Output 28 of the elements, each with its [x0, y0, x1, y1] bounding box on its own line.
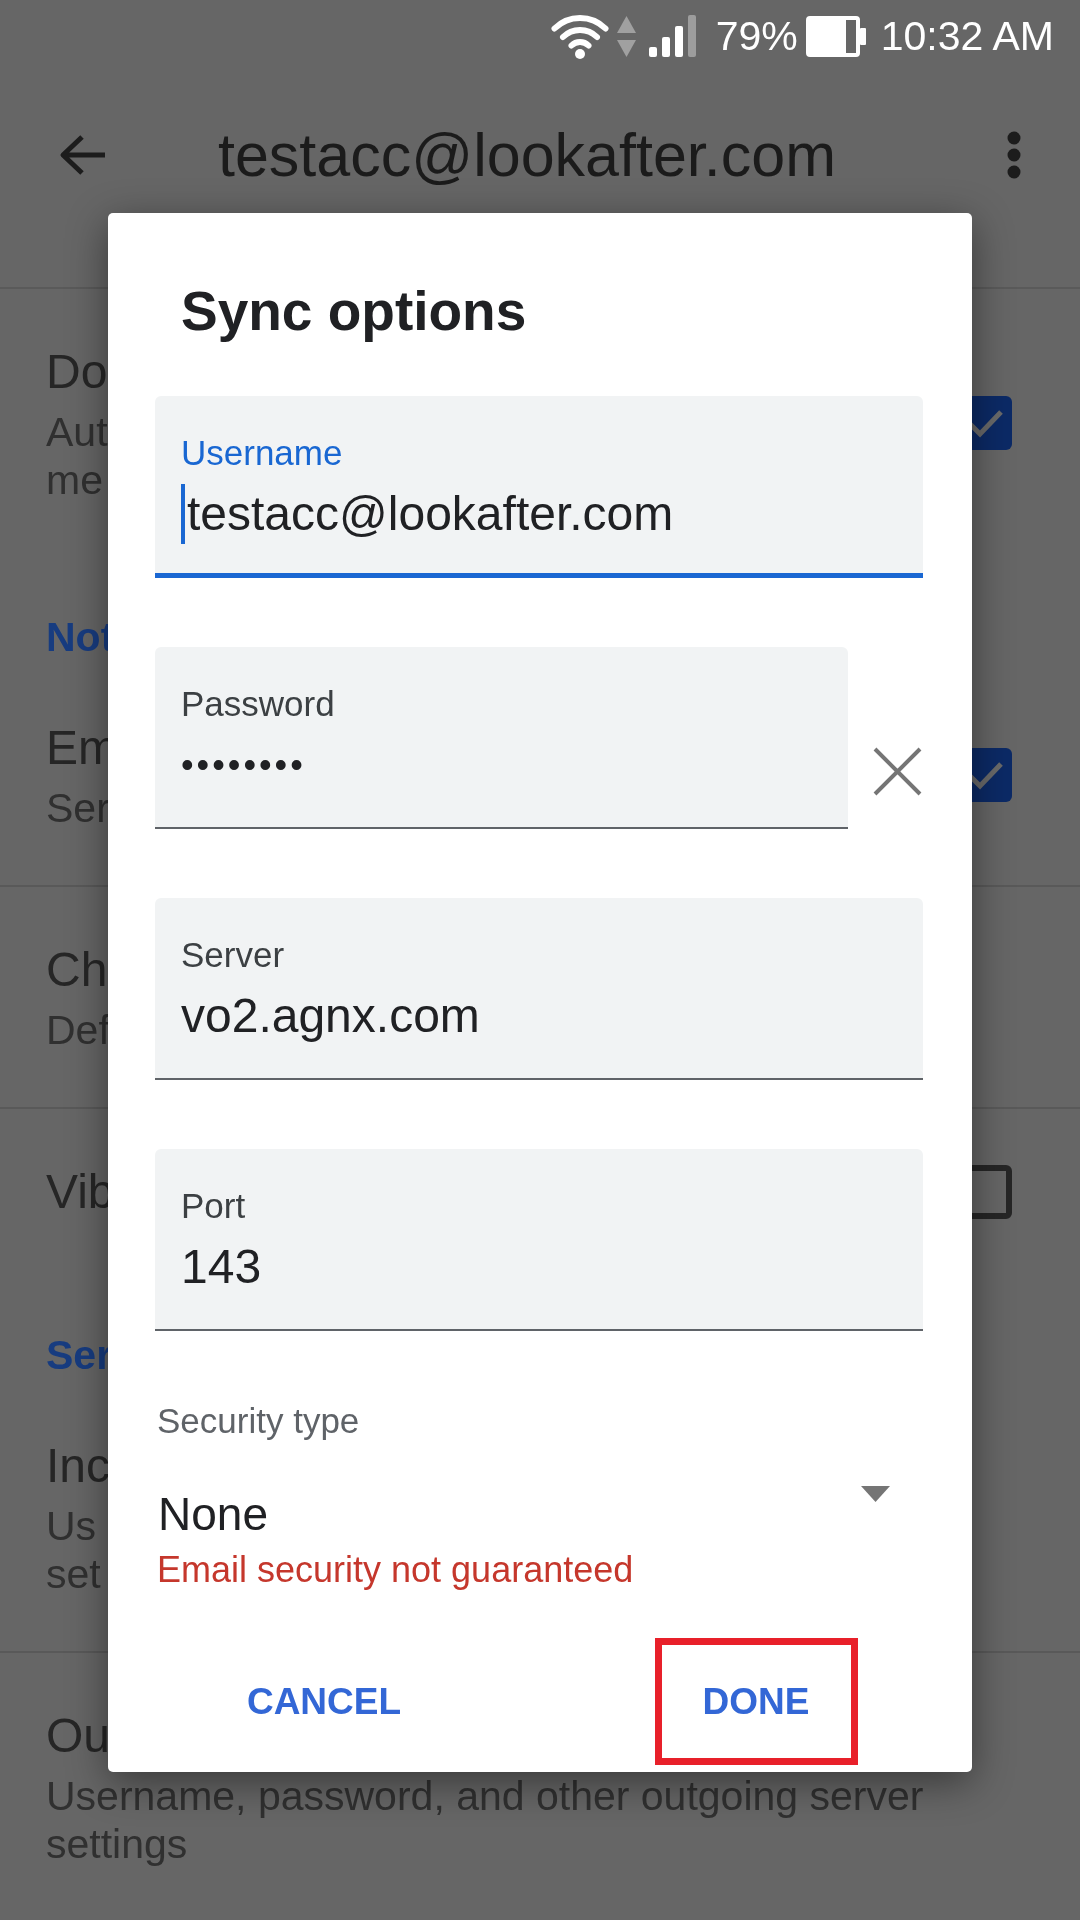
text-cursor [181, 484, 185, 544]
setting-title: Ch [46, 942, 108, 998]
category-header: Ser [46, 1331, 113, 1380]
dialog-button[interactable]: DONE [661, 1645, 851, 1758]
security-type-dropdown[interactable]: None [155, 1486, 923, 1542]
battery-icon [805, 15, 866, 57]
input-field[interactable]: Username testacc@lookafter.com [155, 396, 923, 578]
wifi-icon [550, 12, 609, 60]
signal-icon [648, 15, 697, 57]
dropdown-arrow-icon [861, 1486, 890, 1502]
clear-button[interactable] [872, 747, 923, 796]
input-field[interactable]: Server vo2.agnx.com [155, 898, 923, 1080]
back-arrow-icon[interactable] [58, 133, 108, 177]
dialog-button[interactable]: CANCEL [229, 1645, 419, 1758]
overflow-menu-icon[interactable] [1007, 131, 1021, 179]
data-arrows-icon [615, 13, 637, 59]
setting-title: Ou [46, 1708, 111, 1764]
battery-percent: 79% [715, 12, 798, 60]
close-icon [872, 747, 923, 796]
dialog-title: Sync options [180, 279, 528, 344]
setting-title: Do [46, 344, 108, 400]
input-field[interactable]: Password •••••••• [155, 647, 848, 829]
error-message: Email security not guaranteed [156, 1549, 635, 1591]
status-time: 10:32 AM [880, 12, 1054, 60]
input-field[interactable]: Port 143 [155, 1149, 923, 1331]
field-label: Security type [156, 1400, 361, 1442]
setting-title: Inc [46, 1438, 111, 1494]
app-bar-title: testacc@lookafter.com [218, 120, 836, 190]
